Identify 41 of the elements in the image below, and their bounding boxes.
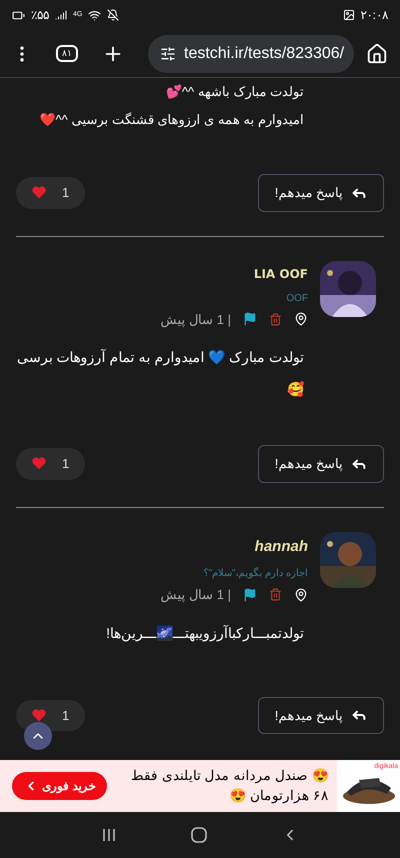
signal-icon [55,9,67,21]
reply-button[interactable]: پاسخ میدهم! [258,174,384,212]
home-button-icon[interactable] [191,827,207,843]
gallery-icon [342,9,355,21]
mute-icon [107,9,120,21]
comment-time: | 1 سال پیش [160,310,231,329]
clock: ۲۰:۰۸ [360,7,388,24]
comment-text: تولدتمبـــارکباآرزویبهتـــ🌌ـــرین‌ها! [105,624,304,644]
like-button[interactable]: 1 [16,177,86,208]
heart-icon [32,708,46,722]
author-status: OOF [285,292,308,306]
tab-counter[interactable]: ۸۱ [56,44,78,62]
comment-text: 🥰 [286,380,304,399]
battery-icon [12,8,25,22]
pin-icon [294,588,308,602]
flag-icon [243,588,257,602]
pin-icon [294,312,308,326]
buy-now-button[interactable]: خرید فوری [12,772,108,800]
battery-level: ٪۵۵ [31,7,49,24]
author-name[interactable]: hannah [160,536,308,558]
comment-text: تولدت مبارک 💙 امیدوارم به تمام آرزوهات برسی [16,348,304,368]
comment-text: تولدت مبارک باشهه ^^💕 [164,83,305,102]
author-name[interactable]: LIA OOF [160,264,308,282]
heart-icon [32,186,46,200]
flag-icon [243,312,257,326]
reply-button[interactable]: پاسخ میدهم! [258,696,384,734]
comment-time: | 1 سال پیش [160,586,231,604]
ad-text: 😍 صندل مردانه مدل تایلندی فقط ۶۸ هزارتومان 😍 [130,767,330,806]
scroll-top-button[interactable] [24,722,52,750]
delete-icon [269,588,282,602]
recent-apps-icon[interactable] [101,828,117,842]
home-icon[interactable] [366,42,388,64]
address-bar[interactable]: testchi.ir/tests/823306/ [148,34,354,72]
delete-icon [269,312,282,326]
comment-text: امیدوارم به همه ی ارزوهای قشنگت برسیی ^^❤ [38,111,305,130]
like-button[interactable]: 1 [16,700,86,731]
like-button[interactable]: 1 [16,448,86,480]
reply-button[interactable]: پاسخ میدهم! [258,445,384,482]
author-status: اجازه دارم بگویم،"سلام"؟ [202,566,308,581]
site-settings-icon [160,46,176,62]
heart-icon [32,457,46,470]
